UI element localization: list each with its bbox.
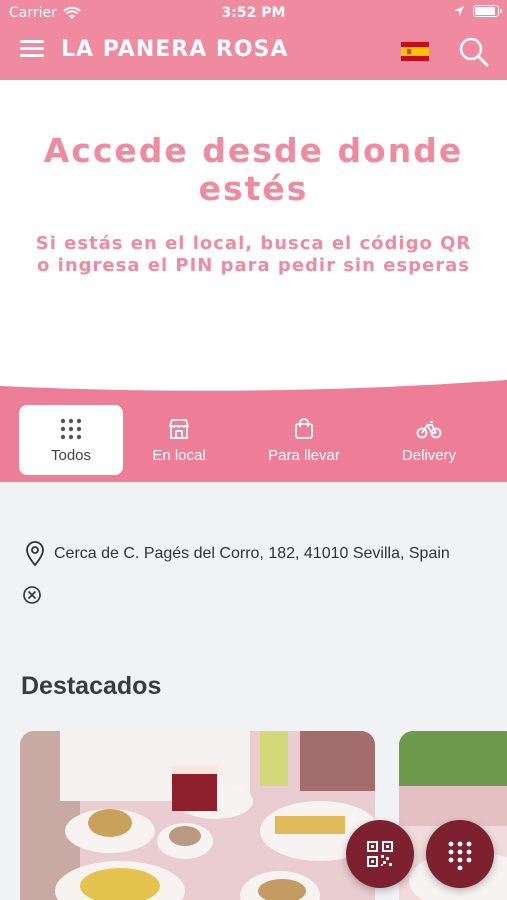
tab-delivery[interactable]: Delivery xyxy=(377,405,481,475)
hero-subtitle: Si estás en el local, busca el código QR… xyxy=(35,233,472,276)
navbar: LA PANERA ROSA xyxy=(0,30,507,74)
featured-card[interactable] xyxy=(20,731,375,900)
featured-title: Destacados xyxy=(21,672,162,700)
tab-label: Para llevar xyxy=(268,447,340,464)
tab-label: En local xyxy=(152,447,206,464)
clear-location-icon[interactable] xyxy=(22,585,42,605)
tab-en-local[interactable]: En local xyxy=(127,405,231,475)
location-arrow-icon xyxy=(454,6,464,16)
app-title: LA PANERA ROSA xyxy=(61,37,289,62)
status-right xyxy=(453,5,502,17)
tab-para-llevar[interactable]: Para llevar xyxy=(252,405,356,475)
status-time: 3:52 PM xyxy=(221,5,286,21)
location-row: Cerca de C. Pagés del Corro, 182, 41010 … xyxy=(24,540,450,568)
bicycle-icon xyxy=(416,421,442,439)
tab-label: Todos xyxy=(50,447,92,464)
qr-code-icon xyxy=(367,841,393,867)
grid-icon xyxy=(60,418,82,440)
bag-icon xyxy=(295,418,313,439)
status-bar: Carrier 3:52 PM xyxy=(0,0,507,28)
tab-label: Delivery xyxy=(401,447,457,464)
order-type-tabs: Todos En local Para llevar Delivery xyxy=(0,398,507,482)
battery-icon xyxy=(473,5,502,17)
hero-section: Accede desde donde estés Si estás en el … xyxy=(0,80,507,390)
tab-todos[interactable]: Todos xyxy=(19,405,123,475)
keypad-icon xyxy=(448,841,472,870)
app-header: Carrier 3:52 PM LA PANERA ROSA xyxy=(0,0,507,80)
menu-icon[interactable] xyxy=(20,40,44,60)
hero-title: Accede desde donde estés xyxy=(43,131,464,208)
food-photo xyxy=(20,731,375,900)
location-pin-icon xyxy=(26,541,44,567)
scan-qr-button[interactable] xyxy=(346,820,414,888)
store-icon xyxy=(168,419,190,439)
spain-flag-icon[interactable] xyxy=(401,42,429,61)
search-icon[interactable] xyxy=(458,36,490,68)
location-text: Cerca de C. Pagés del Corro, 182, 41010 … xyxy=(54,545,450,562)
enter-pin-button[interactable] xyxy=(426,820,494,888)
